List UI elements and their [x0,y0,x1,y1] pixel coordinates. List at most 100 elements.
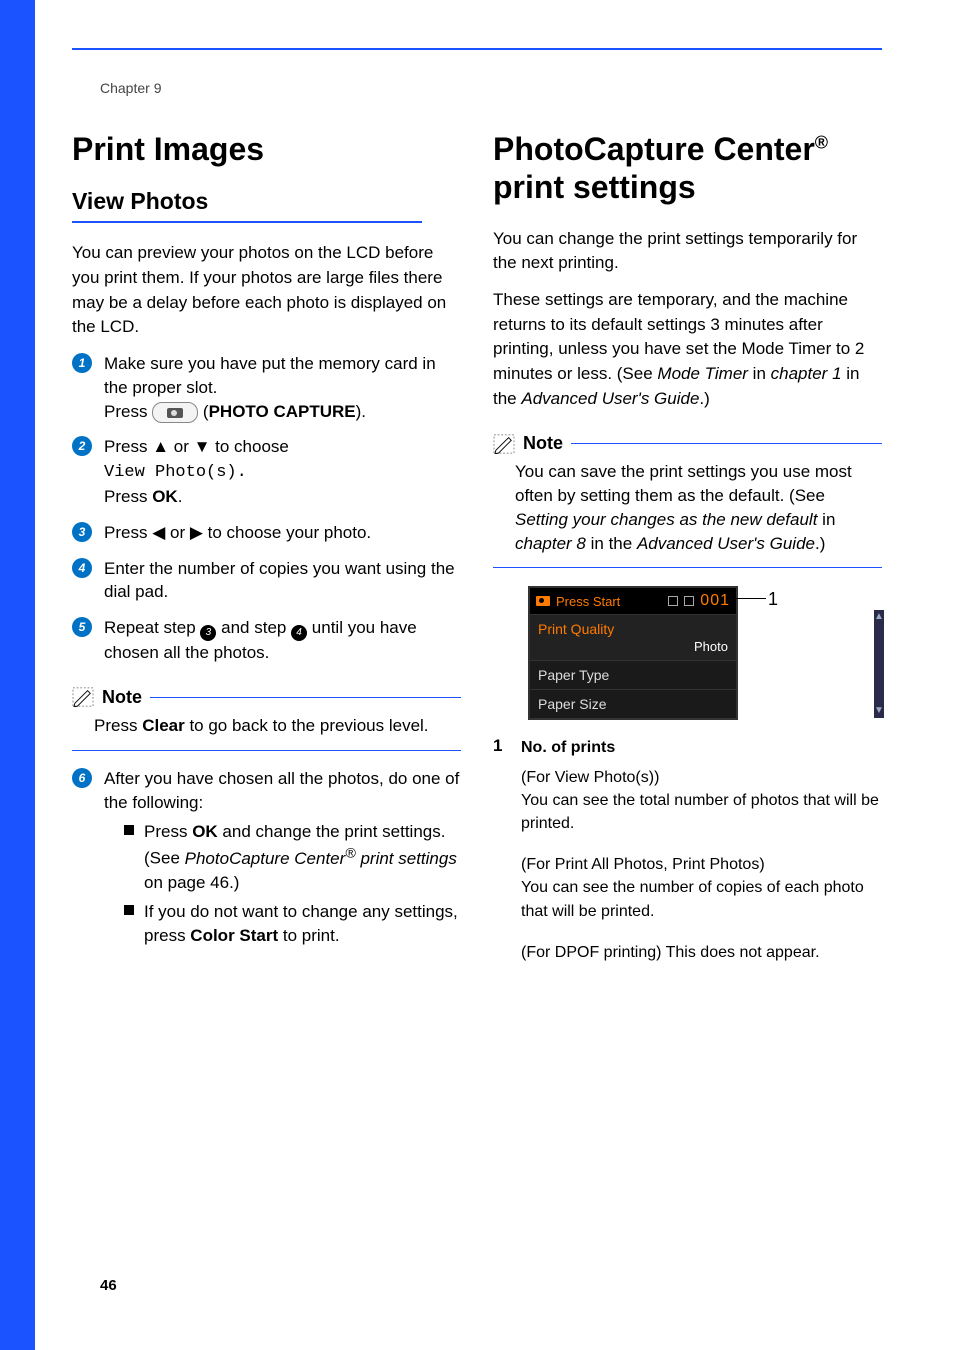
text: You can save the print settings you use … [515,462,852,505]
text: in the [586,534,637,553]
lcd-title: Press Start [556,594,620,609]
step-1: 1 Make sure you have put the memory card… [72,352,461,423]
text: Repeat step [104,618,200,637]
text: to print. [278,926,339,945]
paragraph: These settings are temporary, and the ma… [493,288,882,411]
step-5: 5 Repeat step 3 and step 4 until you hav… [72,616,461,665]
label: PHOTO CAPTURE [209,402,356,421]
right-column: PhotoCapture Center® print settings You … [493,130,882,1260]
down-arrow-icon: ▼ [194,437,211,456]
text: You can see the number of copies of each… [521,876,882,922]
lcd-screen: Press Start 001 Print Quality Photo Pape… [528,586,738,720]
text: or [169,437,194,456]
square-bullet-icon [124,905,134,915]
lcd-illustration: Press Start 001 Print Quality Photo Pape… [528,586,882,720]
text: Press [104,487,152,506]
clear-label: Clear [142,716,185,735]
step-number-icon: 1 [72,353,92,373]
note-label: Note [523,433,563,454]
text: print settings [493,169,696,205]
text: Press [104,437,152,456]
page-content: Print Images View Photos You can preview… [72,130,882,1260]
text: chapter 8 [515,534,586,553]
note-rule [571,443,882,444]
heading-photocapture-settings: PhotoCapture Center® print settings [493,130,882,207]
lcd-scrollbar: ▲ ▼ [874,610,884,718]
text: Advanced User's Guide [521,389,699,408]
ref-3-icon: 3 [200,625,216,641]
heading-print-images: Print Images [72,130,461,168]
step-number-icon: 4 [72,558,92,578]
note-end-rule [72,750,461,751]
text: Make sure you have put the memory card i… [104,354,436,397]
text: Press [94,716,142,735]
lcd-row-label: Print Quality [538,621,728,637]
legend-number: 1 [493,736,511,964]
bullet-body: If you do not want to change any setting… [144,900,461,948]
side-accent [0,0,35,1350]
text: in [748,364,771,383]
note-header: Note [72,687,461,708]
right-arrow-icon: ▶ [190,523,203,542]
bullet-item: If you do not want to change any setting… [124,900,461,948]
step-body: Repeat step 3 and step 4 until you have … [104,616,461,665]
text: or [165,523,190,542]
text: chapter 1 [771,364,842,383]
step-number-icon: 5 [72,617,92,637]
text: .) [815,534,825,553]
note-label: Note [102,687,142,708]
text: Press [144,822,192,841]
text: to choose [210,437,288,456]
chapter-label: Chapter 9 [100,80,161,96]
legend-1: 1 No. of prints (For View Photo(s)) You … [493,736,882,964]
note-body: You can save the print settings you use … [493,460,882,555]
lcd-counter: 001 [700,592,730,610]
step-6: 6 After you have chosen all the photos, … [72,767,461,954]
heading-view-photos: View Photos [72,188,461,215]
text: You can see the total number of photos t… [521,789,882,835]
paragraph: You can change the print settings tempor… [493,227,882,276]
down-arrow-icon: ▼ [874,706,884,716]
step-3: 3 Press ◀ or ▶ to choose your photo. [72,521,461,545]
lcd-row: Paper Type [530,660,736,689]
thumb-icon [668,596,678,606]
thumb-icon [684,596,694,606]
top-rule [72,48,882,50]
lcd-row: Paper Size [530,689,736,718]
color-start-label: Color Start [190,926,278,945]
up-arrow-icon: ▲ [874,612,884,622]
text: . [178,487,183,506]
step-body: After you have chosen all the photos, do… [104,767,461,954]
lcd-row-value: Photo [694,639,728,654]
step-4: 4 Enter the number of copies you want us… [72,557,461,605]
bullet-body: Press OK and change the print settings. … [144,820,461,894]
text: to go back to the previous level. [185,716,429,735]
text: After you have chosen all the photos, do… [104,769,459,812]
text: Press [104,523,152,542]
legend-title: No. of prints [521,739,615,756]
legend-body: No. of prints (For View Photo(s)) You ca… [521,736,882,964]
step-body: Press ◀ or ▶ to choose your photo. [104,521,461,545]
callout-line [736,598,766,599]
square-bullet-icon [124,825,134,835]
step-body: Make sure you have put the memory card i… [104,352,461,423]
step-body: Press ▲ or ▼ to choose View Photo(s). Pr… [104,435,461,508]
step-2: 2 Press ▲ or ▼ to choose View Photo(s). … [72,435,461,508]
text: Setting your changes as the new default [515,510,817,529]
lcd-header: Press Start 001 [530,588,736,614]
text: (For View Photo(s)) [521,766,882,789]
note-header: Note [493,433,882,454]
camera-icon [536,596,550,606]
callout-number: 1 [768,589,778,610]
lcd-row-selected: Print Quality Photo [530,614,736,660]
bullet-item: Press OK and change the print settings. … [124,820,461,894]
page-number: 46 [100,1277,117,1294]
text: print settings [356,849,457,868]
text: Mode Timer [657,364,748,383]
text: Press [104,402,152,421]
text: PhotoCapture Center [185,849,346,868]
step-number-icon: 3 [72,522,92,542]
text: (For Print All Photos, Print Photos) [521,853,882,876]
text: ). [356,402,366,421]
intro-paragraph: You can preview your photos on the LCD b… [72,241,461,340]
